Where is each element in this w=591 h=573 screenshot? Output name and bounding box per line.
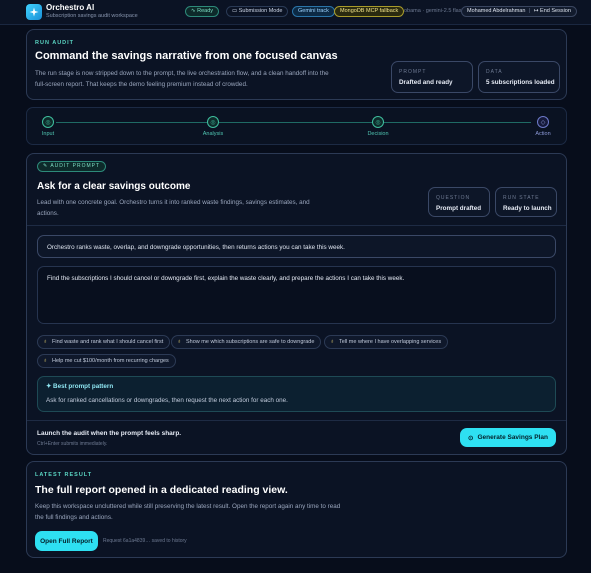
step-input-label: Input xyxy=(41,131,55,137)
run-audit-card: RUN AUDIT Command the savings narrative … xyxy=(26,29,567,100)
run-audit-eyebrow: RUN AUDIT xyxy=(35,40,75,46)
question-stat-value: Prompt drafted xyxy=(436,205,482,212)
mongodb-fallback-badge: MongoDB MCP fallback xyxy=(334,6,405,17)
open-full-report-button[interactable]: Open Full Report xyxy=(35,531,98,551)
lightbulb-icon: ♁ xyxy=(43,358,48,364)
model-indicator: obama · gemini-2.5 flash xyxy=(404,8,465,14)
latest-result-card: LATEST RESULT The full report opened in … xyxy=(26,461,567,558)
top-header: Orchestro AI Subscription savings audit … xyxy=(0,0,591,25)
user-name: Mohamed Abdelrahman xyxy=(467,8,526,14)
submission-mode-toggle[interactable]: ▭ Submission Mode xyxy=(226,6,289,17)
chip-label: Help me cut $100/month from recurring ch… xyxy=(52,358,169,364)
prompt-summary: Orchestro ranks waste, overlap, and down… xyxy=(37,235,556,258)
wand-icon: ✎ xyxy=(43,163,49,169)
mode-label: Submission Mode xyxy=(238,8,283,14)
pattern-text: Ask for ranked cancellations or downgrad… xyxy=(46,397,288,404)
end-session-label: End Session xyxy=(540,8,571,14)
run-audit-title: Command the savings narrative from one f… xyxy=(35,50,338,62)
pulse-icon: ∿ xyxy=(191,8,196,14)
step-action-label: Action xyxy=(535,131,551,137)
app-subtitle: Subscription savings audit workspace xyxy=(46,13,138,19)
suggestion-chip-find-waste[interactable]: ♁ Find waste and rank what I should canc… xyxy=(37,335,171,349)
suggestion-chip-downgrade[interactable]: ♁ Show me which subscriptions are safe t… xyxy=(171,335,322,349)
latest-result-title: The full report opened in a dedicated re… xyxy=(35,484,288,496)
app-title: Orchestro AI xyxy=(46,3,95,12)
lightbulb-icon: ♁ xyxy=(177,339,182,345)
prompt-stat: PROMPT Drafted and ready xyxy=(391,61,473,93)
ready-status-badge: ∿ Ready xyxy=(185,6,220,17)
step-decision-icon: ◎ xyxy=(372,116,384,128)
run-audit-description: The run stage is now stripped down to th… xyxy=(35,70,329,88)
logout-icon: ↦ xyxy=(533,8,539,14)
gemini-track-badge: Gemini track xyxy=(292,6,335,17)
pattern-title: Best prompt pattern xyxy=(53,383,114,390)
end-session-button[interactable]: ↦ End Session xyxy=(534,8,571,14)
monitor-icon: ▭ xyxy=(232,8,238,14)
session-divider: | xyxy=(528,8,531,14)
step-input-icon: ◎ xyxy=(42,116,54,128)
progress-stepper xyxy=(26,107,567,145)
step-decision-label: Decision xyxy=(367,131,389,137)
sparkle-icon: ✦ xyxy=(46,383,52,390)
step-analysis-icon: ◎ xyxy=(207,116,219,128)
data-stat: DATA 5 subscriptions loaded xyxy=(478,61,560,93)
audit-prompt-card: ✎ AUDIT PROMPT Ask for a clear savings o… xyxy=(26,153,567,455)
latest-result-description: Keep this workspace uncluttered while st… xyxy=(35,503,341,521)
run-state-stat: RUN STATE Ready to launch xyxy=(495,187,557,217)
app-logo-icon xyxy=(26,4,42,20)
audit-prompt-title: Ask for a clear savings outcome xyxy=(37,181,191,192)
suggestion-chip-overlap[interactable]: ♁ Tell me where I have overlapping servi… xyxy=(324,335,449,349)
lightbulb-icon: ♁ xyxy=(330,339,335,345)
question-stat-key: QUESTION xyxy=(436,195,471,201)
generate-label: Generate Savings Plan xyxy=(477,434,548,441)
run-state-stat-key: RUN STATE xyxy=(503,195,540,201)
prompt-stat-key: PROMPT xyxy=(399,69,427,75)
generate-savings-plan-button[interactable]: ⊙ Generate Savings Plan xyxy=(460,428,556,447)
audit-prompt-bottom-divider xyxy=(27,420,566,421)
step-action-icon: ◇ xyxy=(537,116,549,128)
prompt-input[interactable]: Find the subscriptions I should cancel o… xyxy=(37,266,556,324)
suggestion-chip-cut-100[interactable]: ♁ Help me cut $100/month from recurring … xyxy=(37,354,176,368)
lightbulb-icon: ♁ xyxy=(43,339,48,345)
latest-result-eyebrow: LATEST RESULT xyxy=(35,472,93,478)
audit-prompt-badge: ✎ AUDIT PROMPT xyxy=(37,161,107,172)
play-circle-icon: ⊙ xyxy=(468,434,474,442)
data-stat-value: 5 subscriptions loaded xyxy=(486,79,555,86)
pattern-heading: ✦ Best prompt pattern xyxy=(46,383,113,390)
question-stat: QUESTION Prompt drafted xyxy=(428,187,490,217)
user-session-pill: Mohamed Abdelrahman | ↦ End Session xyxy=(461,6,577,17)
audit-prompt-badge-label: AUDIT PROMPT xyxy=(50,163,101,169)
audit-prompt-description: Lead with one concrete goal. Orchestro t… xyxy=(37,199,310,217)
launch-title: Launch the audit when the prompt feels s… xyxy=(37,430,182,437)
data-stat-key: DATA xyxy=(486,69,503,75)
best-prompt-pattern: ✦ Best prompt pattern Ask for ranked can… xyxy=(37,376,556,412)
chip-label: Tell me where I have overlapping service… xyxy=(339,339,442,345)
audit-prompt-top-divider xyxy=(27,225,566,226)
step-analysis-label: Analysis xyxy=(202,131,224,137)
ready-label: Ready xyxy=(197,8,214,14)
request-saved-text: Request 6a1a4839… saved to history xyxy=(103,538,187,544)
prompt-stat-value: Drafted and ready xyxy=(399,79,453,86)
launch-hint: Ctrl+Enter submits immediately. xyxy=(37,441,108,447)
chip-label: Show me which subscriptions are safe to … xyxy=(186,339,315,345)
chip-label: Find waste and rank what I should cancel… xyxy=(52,339,164,345)
run-state-stat-value: Ready to launch xyxy=(503,205,552,212)
stepper-connector xyxy=(56,122,531,123)
